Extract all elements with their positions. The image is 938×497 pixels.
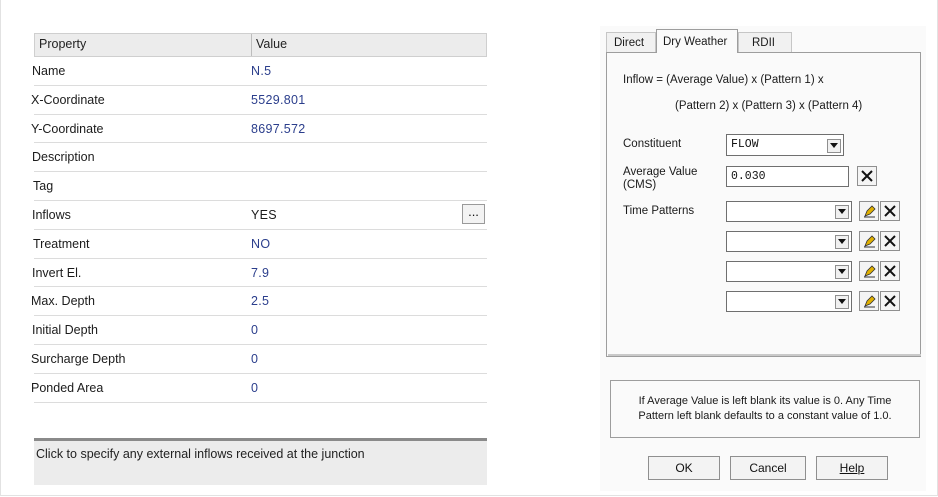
chevron-down-icon[interactable] bbox=[835, 295, 849, 309]
property-row-name[interactable]: Name N.5 bbox=[32, 57, 487, 86]
tab-label: Dry Weather bbox=[663, 36, 728, 48]
property-value[interactable]: 7.9 bbox=[251, 266, 269, 280]
constituent-value: FLOW bbox=[731, 138, 759, 151]
property-name: Description bbox=[32, 150, 95, 165]
help-button[interactable]: Help bbox=[816, 456, 888, 480]
property-value[interactable]: N.5 bbox=[251, 64, 271, 78]
constituent-select[interactable]: FLOW bbox=[726, 134, 844, 156]
property-row-ponded-area[interactable]: Ponded Area 0 bbox=[31, 374, 487, 403]
value-column-header: Value bbox=[256, 37, 288, 51]
property-value[interactable]: 0 bbox=[251, 352, 258, 366]
property-name: Tag bbox=[33, 179, 54, 194]
tab-direct[interactable]: Direct bbox=[606, 32, 656, 52]
edit-pattern-2-button[interactable] bbox=[859, 231, 879, 251]
property-name: Treatment bbox=[33, 236, 90, 251]
property-name: Max. Depth bbox=[31, 294, 95, 309]
property-value[interactable]: 0 bbox=[251, 381, 258, 395]
property-row-inflows[interactable]: Inflows YES ... bbox=[32, 201, 487, 230]
property-row-tag[interactable]: Tag bbox=[33, 172, 487, 201]
tab-label: Direct bbox=[614, 37, 645, 49]
clear-x-icon bbox=[884, 265, 896, 277]
property-name: Surcharge Depth bbox=[31, 351, 126, 366]
edit-pencil-icon bbox=[864, 265, 876, 278]
property-hint-panel: Click to specify any external inflows re… bbox=[34, 441, 487, 485]
cancel-button[interactable]: Cancel bbox=[730, 456, 806, 480]
ok-button-label: OK bbox=[675, 461, 693, 475]
property-row-invert-elevation[interactable]: Invert El. 7.9 bbox=[32, 259, 487, 288]
edit-pattern-3-button[interactable] bbox=[859, 261, 879, 281]
property-hint-text: Click to specify any external inflows re… bbox=[36, 447, 365, 461]
panel-divider bbox=[608, 354, 921, 356]
help-note-line-2: Pattern left blank defaults to a constan… bbox=[638, 410, 892, 422]
property-value[interactable]: 0 bbox=[251, 323, 258, 337]
edit-pattern-4-button[interactable] bbox=[859, 291, 879, 311]
time-pattern-1-select[interactable] bbox=[726, 201, 852, 222]
time-pattern-4-select[interactable] bbox=[726, 291, 852, 312]
property-value[interactable]: 2.5 bbox=[251, 294, 269, 308]
clear-pattern-3-button[interactable] bbox=[880, 261, 900, 281]
property-name: Y-Coordinate bbox=[31, 121, 104, 136]
chevron-down-icon[interactable] bbox=[835, 265, 849, 279]
average-value-label: Average Value bbox=[623, 166, 698, 178]
clear-x-icon bbox=[884, 295, 896, 307]
tab-dry-weather[interactable]: Dry Weather bbox=[656, 29, 738, 53]
inflows-dialog: Direct Dry Weather RDII Inflow = (Averag… bbox=[600, 26, 926, 491]
property-row-treatment[interactable]: Treatment NO bbox=[33, 230, 487, 259]
time-pattern-3-select[interactable] bbox=[726, 261, 852, 282]
property-value[interactable]: NO bbox=[251, 237, 270, 251]
column-divider[interactable] bbox=[251, 34, 252, 56]
property-name: Initial Depth bbox=[32, 323, 99, 338]
time-pattern-2-select[interactable] bbox=[726, 231, 852, 252]
edit-pattern-1-button[interactable] bbox=[859, 201, 879, 221]
property-name: Invert El. bbox=[32, 265, 82, 280]
edit-pencil-icon bbox=[864, 295, 876, 308]
clear-x-icon bbox=[884, 205, 896, 217]
property-row-x-coordinate[interactable]: X-Coordinate 5529.801 bbox=[31, 86, 487, 115]
formula-line-1: Inflow = (Average Value) x (Pattern 1) x bbox=[623, 74, 824, 86]
property-name: Name bbox=[32, 64, 66, 78]
property-name: X-Coordinate bbox=[31, 92, 105, 107]
time-patterns-label: Time Patterns bbox=[623, 205, 695, 217]
property-value[interactable]: 5529.801 bbox=[251, 93, 306, 107]
clear-average-value-button[interactable] bbox=[857, 166, 877, 186]
clear-pattern-1-button[interactable] bbox=[880, 201, 900, 221]
average-value-units-label: (CMS) bbox=[623, 179, 657, 191]
formula-line-2: (Pattern 2) x (Pattern 3) x (Pattern 4) bbox=[675, 100, 863, 112]
clear-x-icon bbox=[861, 170, 873, 182]
property-row-max-depth[interactable]: Max. Depth 2.5 bbox=[31, 287, 487, 317]
help-button-label: Help bbox=[839, 461, 865, 475]
average-value-input[interactable]: 0.030 bbox=[726, 166, 849, 187]
ok-button[interactable]: OK bbox=[648, 456, 720, 480]
inflows-edit-button[interactable]: ... bbox=[462, 203, 485, 224]
property-grid: Property Value Name N.5 X-Coordinate 552… bbox=[31, 33, 487, 403]
chevron-down-icon[interactable] bbox=[835, 205, 849, 219]
property-name: Ponded Area bbox=[31, 380, 104, 395]
property-value[interactable]: YES bbox=[251, 208, 277, 222]
property-column-header: Property bbox=[39, 37, 87, 51]
help-note-panel: If Average Value is left blank its value… bbox=[610, 380, 920, 438]
tab-label: RDII bbox=[752, 37, 775, 49]
help-note-line-1: If Average Value is left blank its value… bbox=[638, 395, 892, 407]
ellipsis-icon: ... bbox=[468, 203, 479, 219]
edit-pencil-icon bbox=[864, 235, 876, 248]
average-value-text: 0.030 bbox=[731, 170, 766, 183]
chevron-down-icon[interactable] bbox=[835, 235, 849, 249]
property-row-description[interactable]: Description bbox=[32, 143, 487, 173]
property-row-initial-depth[interactable]: Initial Depth 0 bbox=[32, 316, 487, 345]
property-value[interactable]: 8697.572 bbox=[251, 122, 306, 136]
clear-x-icon bbox=[884, 235, 896, 247]
chevron-down-icon[interactable] bbox=[827, 139, 841, 153]
tab-rdii[interactable]: RDII bbox=[738, 32, 792, 52]
clear-pattern-4-button[interactable] bbox=[880, 291, 900, 311]
edit-pencil-icon bbox=[864, 205, 876, 218]
cancel-button-label: Cancel bbox=[749, 461, 787, 475]
property-row-surcharge-depth[interactable]: Surcharge Depth 0 bbox=[31, 345, 487, 374]
property-editor: Property Value Name N.5 X-Coordinate 552… bbox=[31, 33, 487, 485]
property-name: Inflows bbox=[32, 207, 71, 222]
property-grid-header: Property Value bbox=[34, 33, 487, 57]
property-row-y-coordinate[interactable]: Y-Coordinate 8697.572 bbox=[31, 115, 487, 144]
constituent-label: Constituent bbox=[623, 138, 682, 150]
clear-pattern-2-button[interactable] bbox=[880, 231, 900, 251]
